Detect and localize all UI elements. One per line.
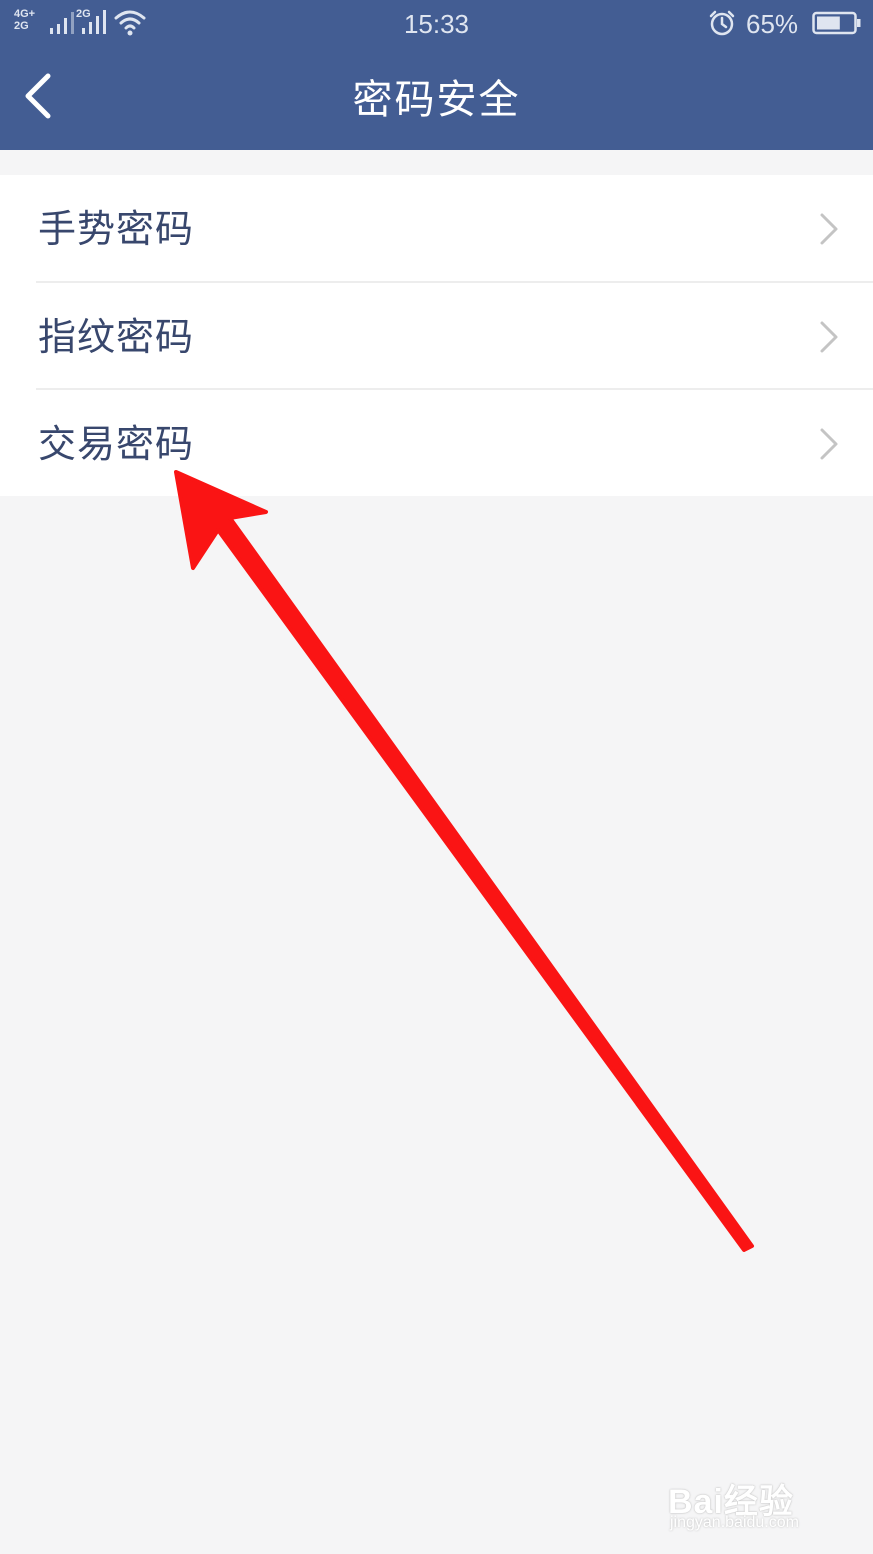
- menu-item-label: 指纹密码: [38, 315, 195, 359]
- watermark-url: jingyan.baidu.com: [670, 1514, 799, 1531]
- battery-percent: 65%: [746, 9, 799, 39]
- menu-item-label: 交易密码: [38, 422, 195, 466]
- battery-icon: [812, 11, 861, 35]
- chevron-right-icon: [820, 428, 838, 460]
- alarm-icon: [709, 10, 735, 36]
- status-bar: 4G+ 2G 2G 15:33 65%: [0, 0, 873, 48]
- menu-item-gesture-password[interactable]: 手势密码: [0, 175, 873, 282]
- menu-item-fingerprint-password[interactable]: 指纹密码: [0, 283, 873, 390]
- watermark: Bai经验 jingyan.baidu.com: [668, 1458, 838, 1538]
- menu-item-label: 手势密码: [38, 207, 195, 251]
- menu-item-transaction-password[interactable]: 交易密码: [0, 390, 873, 497]
- security-menu-list: 手势密码 指纹密码 交易密码: [0, 175, 873, 496]
- chevron-right-icon: [820, 213, 838, 245]
- page-title: 密码安全: [352, 77, 521, 123]
- status-time: 15:33: [403, 9, 470, 39]
- chevron-right-icon: [820, 321, 838, 353]
- app-header: 4G+ 2G 2G 15:33 65% 密码安全: [0, 0, 873, 150]
